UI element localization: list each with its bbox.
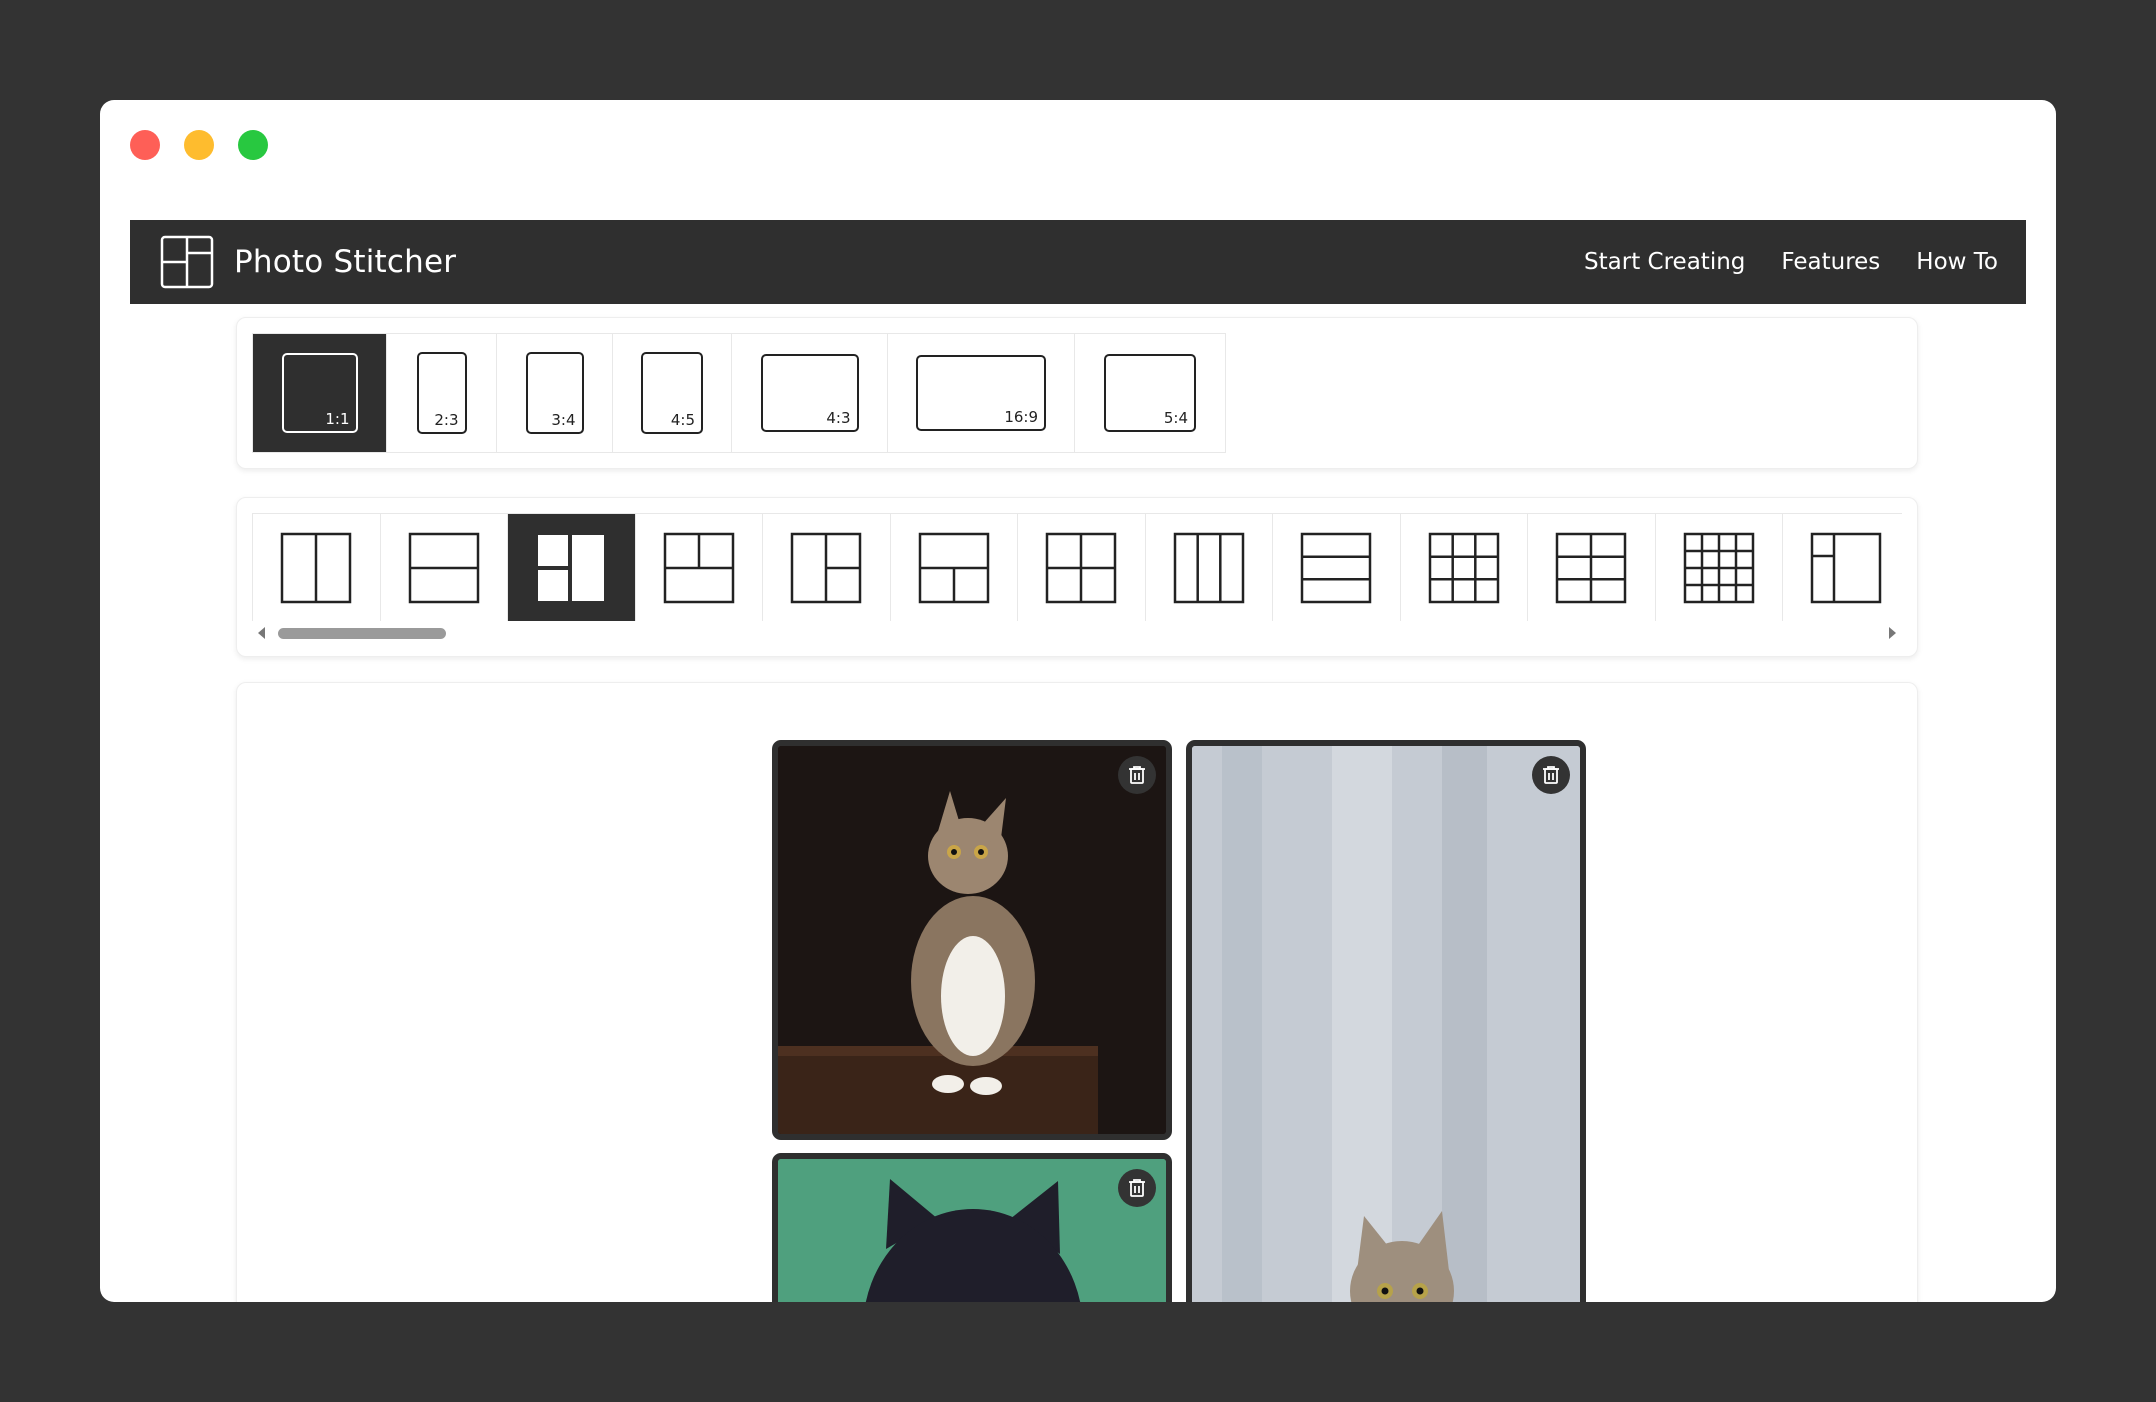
ratio-2-3-icon: 2:3	[416, 352, 467, 434]
top-navbar: Photo Stitcher Start Creating Features H…	[130, 220, 2026, 304]
brand[interactable]: Photo Stitcher	[160, 235, 456, 289]
ratio-16-9-button[interactable]: 16:9	[888, 334, 1075, 452]
maximize-window-button[interactable]	[238, 130, 268, 160]
layout-sidebar-left-button[interactable]	[1783, 514, 1902, 621]
top-split-bottom-full-layout-icon	[663, 532, 734, 603]
layout-panel	[236, 497, 1918, 657]
ratio-5-4-button[interactable]: 5:4	[1075, 334, 1225, 452]
layout-two-columns-button[interactable]	[253, 514, 381, 621]
ratio-label: 3:4	[551, 411, 576, 429]
nav-how-to[interactable]: How To	[1916, 249, 1998, 275]
ratio-1-1-button[interactable]: 1:1	[253, 334, 387, 452]
collage-layout-icon	[160, 235, 214, 289]
sidebar-left-layout-icon	[1811, 532, 1882, 603]
app-title: Photo Stitcher	[234, 244, 457, 280]
delete-photo-button[interactable]	[1118, 1169, 1156, 1207]
aspect-ratio-panel: 1:1 2:3 3:4 4:5 4:3 16:9 5:4	[236, 317, 1918, 469]
nav-links: Start Creating Features How To	[1584, 249, 1998, 275]
aspect-ratio-options: 1:1 2:3 3:4 4:5 4:3 16:9 5:4	[252, 333, 1226, 453]
ratio-5-4-icon: 5:4	[1104, 354, 1196, 432]
left-tall-right-stack-layout-icon	[791, 532, 862, 603]
window-controls	[130, 130, 268, 160]
two-by-two-grid-layout-icon	[1046, 532, 1117, 603]
trash-icon	[1129, 766, 1145, 784]
layout-three-rows-button[interactable]	[1273, 514, 1401, 621]
three-rows-layout-icon	[1301, 532, 1372, 603]
kitten-photo-grey-wall	[1192, 746, 1580, 1302]
photo-cell-2[interactable]	[1186, 740, 1586, 1302]
ratio-16-9-icon: 16:9	[916, 355, 1046, 431]
layout-left-stack-right-tall-button[interactable]	[508, 514, 636, 621]
ratio-label: 16:9	[1004, 408, 1038, 426]
ratio-2-3-button[interactable]: 2:3	[387, 334, 497, 452]
kitten-photo-dark	[778, 746, 1166, 1134]
layout-three-by-three-grid-button[interactable]	[1400, 514, 1528, 621]
ratio-4-3-button[interactable]: 4:3	[732, 334, 888, 452]
layout-scrollbar[interactable]	[252, 622, 1902, 644]
three-by-two-grid-layout-icon	[1556, 532, 1627, 603]
layout-three-columns-button[interactable]	[1145, 514, 1273, 621]
ratio-4-3-icon: 4:3	[760, 354, 859, 432]
layout-options[interactable]	[252, 513, 1902, 621]
photo-cell-3[interactable]	[772, 1153, 1172, 1302]
close-window-button[interactable]	[130, 130, 160, 160]
left-stack-right-tall-layout-icon	[538, 534, 605, 601]
layout-two-rows-button[interactable]	[380, 514, 508, 621]
ratio-3-4-button[interactable]: 3:4	[497, 334, 613, 452]
nav-features[interactable]: Features	[1781, 249, 1880, 275]
ratio-4-5-icon: 4:5	[641, 352, 703, 434]
layout-left-tall-right-stack-button[interactable]	[763, 514, 891, 621]
trash-icon	[1129, 1179, 1145, 1197]
ratio-label: 4:5	[670, 411, 695, 429]
scrollbar-thumb[interactable]	[278, 628, 446, 639]
two-rows-layout-icon	[408, 532, 479, 603]
black-cat-photo-green	[778, 1159, 1166, 1302]
three-by-three-grid-layout-icon	[1428, 532, 1499, 603]
ratio-label: 5:4	[1163, 409, 1188, 427]
layout-three-by-two-grid-button[interactable]	[1528, 514, 1656, 621]
ratio-label: 1:1	[325, 410, 350, 428]
ratio-label: 4:3	[826, 409, 851, 427]
layout-top-split-bottom-full-button[interactable]	[635, 514, 763, 621]
top-full-bottom-split-layout-icon	[918, 532, 989, 603]
trash-icon	[1543, 766, 1559, 784]
scroll-right-arrow-icon[interactable]	[1889, 627, 1896, 639]
minimize-window-button[interactable]	[184, 130, 214, 160]
layout-top-full-bottom-split-button[interactable]	[890, 514, 1018, 621]
ratio-1-1-icon: 1:1	[281, 353, 358, 433]
collage-canvas	[236, 682, 1918, 1302]
three-columns-layout-icon	[1173, 532, 1244, 603]
two-columns-layout-icon	[281, 532, 352, 603]
ratio-3-4-icon: 3:4	[525, 352, 584, 434]
app-window: Photo Stitcher Start Creating Features H…	[100, 100, 2056, 1302]
delete-photo-button[interactable]	[1532, 756, 1570, 794]
photo-cell-1[interactable]	[772, 740, 1172, 1140]
scroll-left-arrow-icon[interactable]	[258, 627, 265, 639]
four-by-four-grid-layout-icon	[1683, 532, 1754, 603]
nav-start-creating[interactable]: Start Creating	[1584, 249, 1745, 275]
layout-two-by-two-grid-button[interactable]	[1018, 514, 1146, 621]
layout-four-by-four-grid-button[interactable]	[1655, 514, 1783, 621]
ratio-4-5-button[interactable]: 4:5	[613, 334, 732, 452]
ratio-label: 2:3	[434, 411, 459, 429]
delete-photo-button[interactable]	[1118, 756, 1156, 794]
